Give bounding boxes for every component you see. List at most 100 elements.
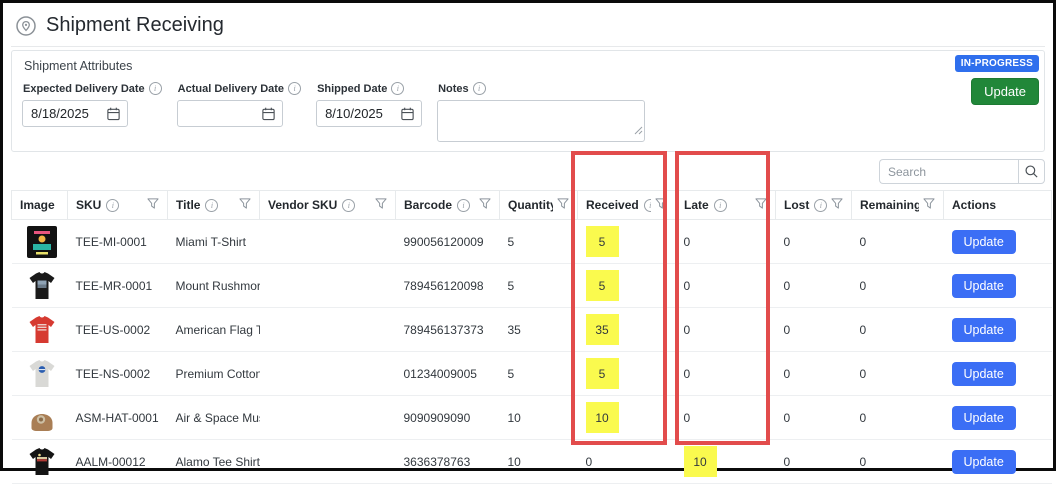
table-row: AALM-00012 Alamo Tee Shirt 3636378763 10…: [12, 440, 1052, 484]
info-icon: [205, 199, 218, 212]
product-image: [24, 224, 60, 260]
search-input[interactable]: [879, 159, 1018, 184]
received-cell: 5: [578, 220, 676, 264]
sku-cell: TEE-MI-0001: [68, 220, 168, 264]
info-icon: [457, 199, 470, 212]
remaining-cell: 0: [852, 440, 944, 484]
title-cell: Alamo Tee Shirt: [168, 440, 260, 484]
info-icon: [288, 82, 301, 95]
shipment-attributes-card: Shipment Attributes IN-PROGRESS Update E…: [11, 50, 1045, 152]
quantity-cell: 5: [500, 264, 578, 308]
shipped-date-input[interactable]: 8/10/2025: [316, 100, 422, 127]
filter-icon[interactable]: [557, 198, 569, 212]
remaining-cell: 0: [852, 264, 944, 308]
info-icon: [342, 199, 355, 212]
received-cell: 5: [578, 264, 676, 308]
calendar-icon[interactable]: [400, 106, 415, 121]
info-icon: [391, 82, 404, 95]
vendor-sku-cell: [260, 220, 396, 264]
received-cell: 10: [578, 396, 676, 440]
section-label: Shipment Attributes: [24, 59, 1034, 73]
product-image: [24, 312, 60, 348]
calendar-icon[interactable]: [106, 106, 121, 121]
info-icon: [473, 82, 486, 95]
product-image: [24, 444, 60, 480]
column-header-image: Image: [12, 191, 68, 220]
info-icon: [149, 82, 162, 95]
update-shipment-button[interactable]: Update: [971, 78, 1039, 105]
info-icon: [644, 199, 651, 212]
late-cell: 0: [676, 264, 776, 308]
filter-icon[interactable]: [239, 198, 251, 212]
row-update-button[interactable]: Update: [952, 230, 1016, 254]
late-cell: 0: [676, 220, 776, 264]
column-header-remaining: Remaining: [852, 191, 944, 220]
vendor-sku-cell: [260, 440, 396, 484]
filter-icon[interactable]: [479, 198, 491, 212]
field-label: Shipped Date: [317, 83, 387, 95]
table-row: TEE-MR-0001 Mount Rushmore T... 78945612…: [12, 264, 1052, 308]
vendor-sku-cell: [260, 308, 396, 352]
date-value: 8/18/2025: [31, 106, 89, 121]
resize-grip-icon[interactable]: [634, 122, 643, 140]
quantity-cell: 10: [500, 440, 578, 484]
sku-cell: TEE-NS-0002: [68, 352, 168, 396]
received-cell: 0: [578, 440, 676, 484]
row-update-button[interactable]: Update: [952, 450, 1016, 474]
title-cell: Air & Space Museu...: [168, 396, 260, 440]
sku-cell: TEE-US-0002: [68, 308, 168, 352]
search-button[interactable]: [1018, 159, 1045, 184]
lost-cell: 0: [776, 220, 852, 264]
barcode-cell: 3636378763: [396, 440, 500, 484]
barcode-cell: 990056120009: [396, 220, 500, 264]
late-cell: 0: [676, 352, 776, 396]
filter-icon[interactable]: [831, 198, 843, 212]
notes-textarea[interactable]: [437, 100, 645, 142]
table-row: TEE-NS-0002 Premium Cotton N... 01234009…: [12, 352, 1052, 396]
row-update-button[interactable]: Update: [952, 406, 1016, 430]
remaining-cell: 0: [852, 396, 944, 440]
filter-icon[interactable]: [375, 198, 387, 212]
date-value: 8/10/2025: [325, 106, 383, 121]
sku-cell: TEE-MR-0001: [68, 264, 168, 308]
title-cell: Premium Cotton N...: [168, 352, 260, 396]
calendar-icon[interactable]: [261, 106, 276, 121]
barcode-cell: 789456120098: [396, 264, 500, 308]
expected-delivery-date-input[interactable]: 8/18/2025: [22, 100, 128, 127]
shipped-date-field: Shipped Date 8/10/2025: [316, 82, 422, 127]
column-header-vendor-sku: Vendor SKU: [260, 191, 396, 220]
vendor-sku-cell: [260, 264, 396, 308]
lost-cell: 0: [776, 264, 852, 308]
table-toolbar: [11, 159, 1045, 184]
table-row: TEE-US-0002 American Flag T-Sh... 789456…: [12, 308, 1052, 352]
row-update-button[interactable]: Update: [952, 274, 1016, 298]
filter-icon[interactable]: [923, 198, 935, 212]
column-header-late: Late: [676, 191, 776, 220]
product-image: [24, 268, 60, 304]
row-update-button[interactable]: Update: [952, 318, 1016, 342]
filter-icon[interactable]: [655, 198, 667, 212]
lost-cell: 0: [776, 352, 852, 396]
late-cell: 0: [676, 308, 776, 352]
shipment-receiving-page: Shipment Receiving Shipment Attributes I…: [3, 3, 1053, 468]
quantity-cell: 35: [500, 308, 578, 352]
actual-delivery-date-input[interactable]: [177, 100, 283, 127]
info-icon: [814, 199, 827, 212]
lost-cell: 0: [776, 440, 852, 484]
notes-field: Notes: [437, 82, 645, 142]
vendor-sku-cell: [260, 396, 396, 440]
filter-icon[interactable]: [755, 198, 767, 212]
column-header-barcode: Barcode: [396, 191, 500, 220]
remaining-cell: 0: [852, 220, 944, 264]
actual-delivery-date-field: Actual Delivery Date: [177, 82, 301, 127]
expected-delivery-date-field: Expected Delivery Date 8/18/2025: [22, 82, 162, 127]
remaining-cell: 0: [852, 308, 944, 352]
status-badge: IN-PROGRESS: [955, 55, 1039, 72]
filter-icon[interactable]: [147, 198, 159, 212]
column-header-quantity: Quantity: [500, 191, 578, 220]
table-header-row: Image SKU Title Vendor SKU Barcode Quant…: [12, 191, 1052, 220]
barcode-cell: 9090909090: [396, 396, 500, 440]
page-title: Shipment Receiving: [46, 14, 224, 37]
row-update-button[interactable]: Update: [952, 362, 1016, 386]
info-icon: [714, 199, 727, 212]
